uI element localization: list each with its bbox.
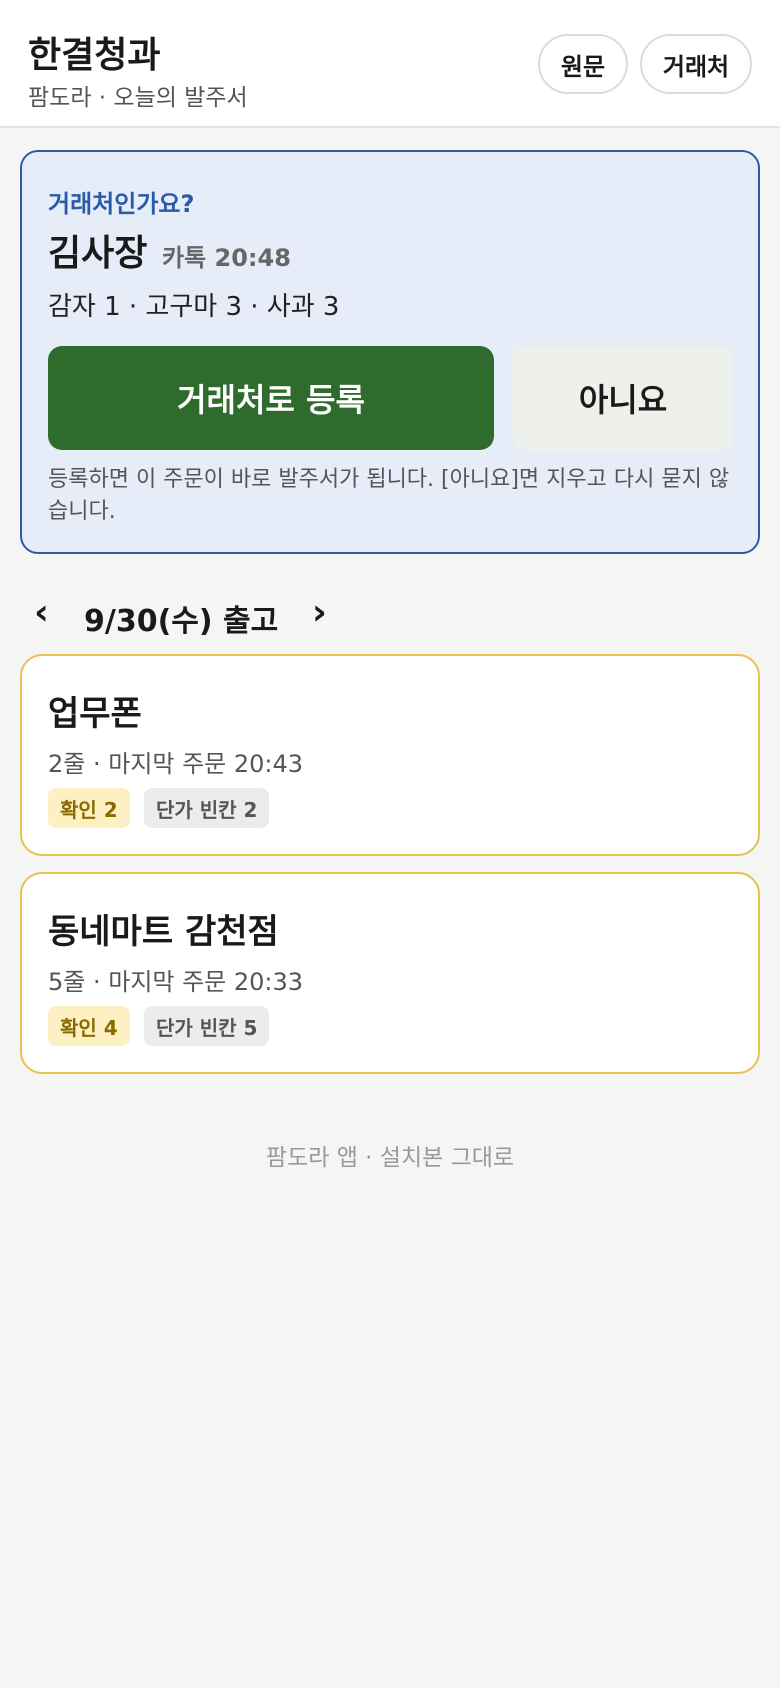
app-title: 한결청과 [28, 35, 161, 76]
prompt-order-items: 감자 1 · 고구마 3 · 사과 3 [48, 292, 340, 322]
blank-price-badge: 단가 빈칸 5 [144, 1006, 270, 1046]
footer-text: 팜도라 앱 · 설치본 그대로 [265, 1145, 515, 1171]
chevron-right-icon[interactable]: › [312, 592, 327, 633]
vendor-prompt-card: 거래처인가요? 김사장 카톡 20:48 감자 1 · 고구마 3 · 사과 3… [20, 150, 760, 554]
chevron-left-icon[interactable]: ‹ [34, 592, 49, 633]
vendor-button[interactable]: 거래처 [640, 34, 752, 94]
confirm-count-badge: 확인 2 [48, 788, 130, 828]
blank-price-badge: 단가 빈칸 2 [144, 788, 270, 828]
app-header: 한결청과 팜도라 · 오늘의 발주서 원문 거래처 [0, 0, 780, 128]
original-text-button[interactable]: 원문 [538, 34, 628, 94]
order-card[interactable]: 동네마트 감천점 5줄 · 마지막 주문 20:33 확인 4 단가 빈칸 5 [20, 872, 760, 1074]
prompt-sender-name: 김사장 [48, 233, 148, 274]
decline-button[interactable]: 아니요 [512, 346, 734, 450]
order-summary: 2줄 · 마지막 주문 20:43 [48, 750, 304, 778]
order-summary: 5줄 · 마지막 주문 20:33 [48, 968, 304, 996]
confirm-count-badge: 확인 4 [48, 1006, 130, 1046]
date-navigator: ‹ 9/30(수) 출고 › [0, 590, 780, 640]
register-vendor-button[interactable]: 거래처로 등록 [48, 346, 494, 450]
ship-date-label: 9/30(수) 출고 [84, 604, 279, 639]
prompt-message-meta: 카톡 20:48 [162, 244, 291, 272]
order-customer-name: 동네마트 감천점 [48, 912, 279, 952]
order-customer-name: 업무폰 [48, 694, 142, 734]
app-subtitle: 팜도라 · 오늘의 발주서 [28, 85, 248, 111]
prompt-note: 등록하면 이 주문이 바로 발주서가 됩니다. [아니요]면 지우고 다시 묻지… [48, 467, 730, 524]
order-card[interactable]: 업무폰 2줄 · 마지막 주문 20:43 확인 2 단가 빈칸 2 [20, 654, 760, 856]
prompt-question: 거래처인가요? [48, 190, 195, 218]
